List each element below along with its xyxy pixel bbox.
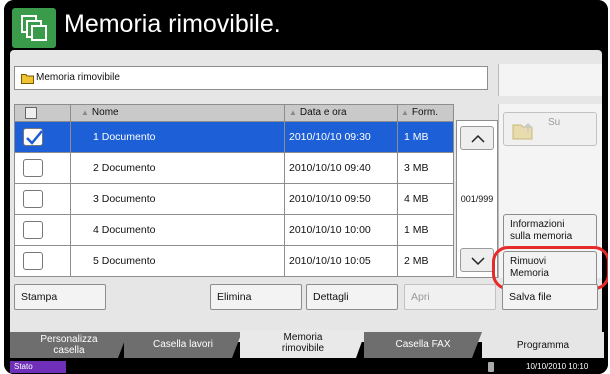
row-checkbox-cell[interactable] <box>15 184 71 214</box>
checkbox-icon[interactable] <box>23 190 43 208</box>
memory-indicator-icon <box>488 362 494 372</box>
tab-custom-box[interactable]: Personalizza casella <box>10 332 128 358</box>
action-row: Stampa Elimina Dettagli Apri Salva file <box>14 284 602 310</box>
side-panel-top <box>498 64 602 96</box>
path-label: Memoria rimovibile <box>36 72 120 83</box>
tab-bar: Personalizza casella Casella lavori Memo… <box>4 330 608 360</box>
scroll-down-button[interactable] <box>460 248 494 272</box>
file-name: 3 Documento <box>71 184 285 214</box>
page-title: Memoria rimovibile. <box>64 10 281 38</box>
row-checkbox-cell[interactable] <box>15 215 71 245</box>
file-date: 2010/10/10 09:30 <box>285 122 398 152</box>
file-date: 2010/10/10 10:00 <box>285 215 398 245</box>
file-date: 2010/10/10 10:05 <box>285 246 398 276</box>
tab-removable-memory-line1: Memoria <box>283 332 323 343</box>
table-row[interactable]: 1 Documento 2010/10/10 09:30 1 MB <box>14 122 454 153</box>
path-bar[interactable]: Memoria rimovibile <box>14 66 488 90</box>
tab-job-box[interactable]: Casella lavori <box>124 332 242 358</box>
main-panel: Memoria rimovibile ▲ Nome ▲ Data e ora ▲ Fo… <box>10 50 608 342</box>
status-bar: Stato 10/10/2010 10:10 <box>4 360 608 374</box>
checkbox-checked-icon[interactable] <box>23 128 43 146</box>
file-date: 2010/10/10 09:50 <box>285 184 398 214</box>
arrow-up-icon <box>471 134 485 143</box>
datetime: 10/10/2010 10:10 <box>526 362 589 371</box>
column-header-format[interactable]: ▲ Form. <box>398 105 453 121</box>
tab-custom-box-line2: casella <box>53 345 85 356</box>
file-size: 3 MB <box>404 162 429 174</box>
row-checkbox-cell[interactable] <box>15 246 71 276</box>
table-header: ▲ Nome ▲ Data e ora ▲ Form. <box>14 104 454 122</box>
tab-removable-memory[interactable]: Memoria rimovibile <box>240 330 366 358</box>
arrow-down-icon <box>471 257 485 266</box>
memory-info-button[interactable]: Informazioni sulla memoria <box>503 214 597 248</box>
column-date-label: Data e ora <box>299 107 347 118</box>
file-name: 2 Documento <box>71 153 285 183</box>
tab-program[interactable]: Programma <box>482 332 604 358</box>
documents-icon <box>12 8 56 48</box>
details-button[interactable]: Dettagli <box>306 284 398 310</box>
column-header-name[interactable]: ▲ Nome <box>71 105 285 121</box>
table-row[interactable]: 5 Documento 2010/10/10 10:05 2 MB <box>14 246 454 277</box>
save-file-button[interactable]: Salva file <box>502 284 598 310</box>
memory-info-line1: Informazioni <box>510 219 565 230</box>
select-all-header[interactable] <box>15 105 71 121</box>
table-row[interactable]: 4 Documento 2010/10/10 10:00 1 MB <box>14 215 454 246</box>
page-counter: 001/999 <box>460 194 494 204</box>
scroll-column: 001/999 <box>456 120 498 278</box>
folder-icon <box>21 74 34 84</box>
tab-removable-memory-line2: rimovibile <box>281 343 325 354</box>
file-name: 5 Documento <box>71 246 285 276</box>
file-name: 4 Documento <box>71 215 285 245</box>
header: Memoria rimovibile. <box>4 0 608 50</box>
memory-info-line2: sulla memoria <box>510 231 573 242</box>
open-button[interactable]: Apri <box>404 284 496 310</box>
checkbox-icon[interactable] <box>23 252 43 270</box>
file-size: 1 MB <box>398 122 453 152</box>
file-date: 2010/10/10 09:40 <box>285 153 398 183</box>
row-checkbox-cell[interactable] <box>15 153 71 183</box>
table-row[interactable]: 3 Documento 2010/10/10 09:50 4 MB <box>14 184 454 215</box>
tab-fax-box[interactable]: Casella FAX <box>364 332 482 358</box>
file-table: ▲ Nome ▲ Data e ora ▲ Form. 1 Documento 201… <box>14 104 454 278</box>
file-size: 4 MB <box>404 193 429 205</box>
column-header-date[interactable]: ▲ Data e ora <box>285 105 398 121</box>
scroll-up-button[interactable] <box>460 126 494 150</box>
status-button[interactable]: Stato <box>10 361 66 373</box>
delete-button[interactable]: Elimina <box>210 284 302 310</box>
up-label: Su <box>548 117 561 128</box>
file-name: 1 Documento <box>71 122 285 152</box>
checkbox-icon[interactable] <box>23 221 43 239</box>
file-size: 2 MB <box>404 255 429 267</box>
sort-icon: ▲ <box>81 108 89 117</box>
checkbox-icon[interactable] <box>23 159 43 177</box>
table-row[interactable]: 2 Documento 2010/10/10 09:40 3 MB <box>14 153 454 184</box>
folder-up-icon <box>512 122 533 140</box>
checkbox-icon[interactable] <box>25 107 37 119</box>
device-screen: Memoria rimovibile. Memoria rimovibile ▲… <box>4 0 608 374</box>
file-size: 1 MB <box>404 224 429 236</box>
sort-icon: ▲ <box>401 108 409 117</box>
print-button[interactable]: Stampa <box>14 284 106 310</box>
row-checkbox-cell[interactable] <box>15 122 71 152</box>
up-folder-button[interactable]: Su <box>503 112 597 146</box>
sort-icon: ▲ <box>289 108 297 117</box>
column-name-label: Nome <box>91 107 119 118</box>
tab-custom-box-line1: Personalizza <box>40 334 98 345</box>
column-format-label: Form. <box>411 107 439 118</box>
